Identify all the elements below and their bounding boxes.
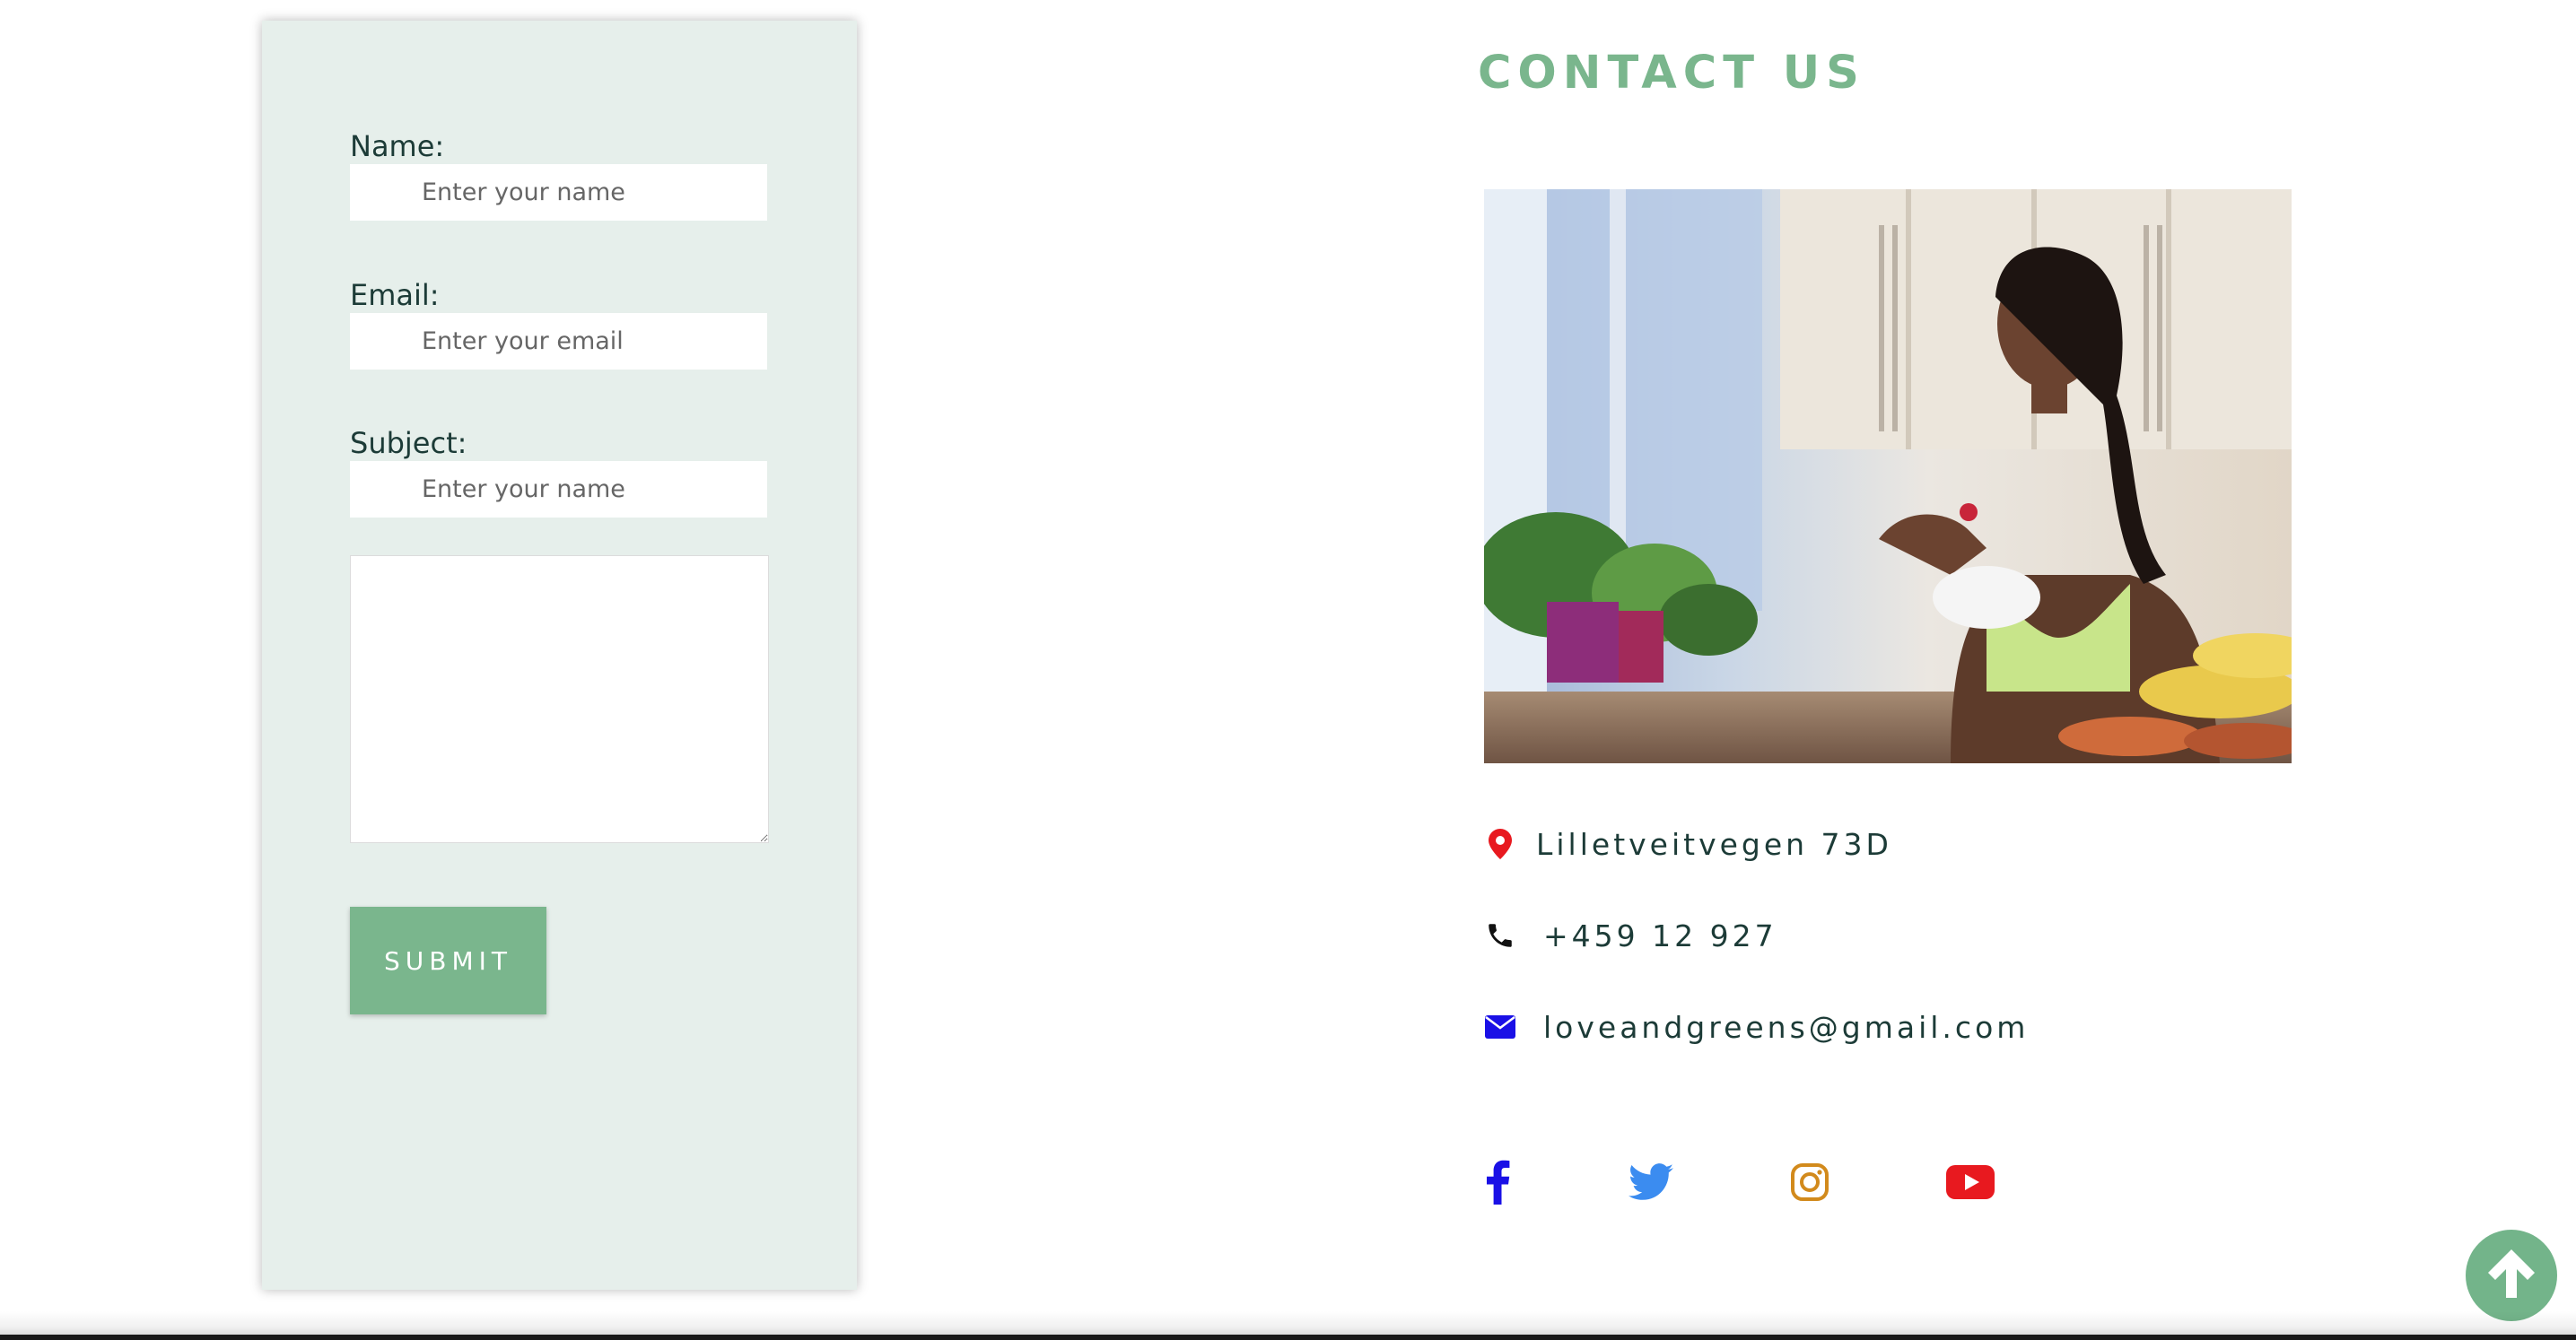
twitter-icon[interactable] xyxy=(1626,1157,1676,1207)
page: Name: Email: Subject: SUBMIT CONTACT US xyxy=(0,0,2576,1340)
email-row: loveandgreens@gmail.com xyxy=(1482,1005,2029,1049)
contact-form: Name: Email: Subject: SUBMIT xyxy=(262,21,857,1290)
subject-input[interactable] xyxy=(350,461,767,518)
email-input[interactable] xyxy=(350,313,767,370)
arrow-up-icon xyxy=(2484,1246,2538,1305)
map-pin-icon xyxy=(1482,826,1518,862)
message-textarea[interactable] xyxy=(350,555,769,843)
woman-eating-salad-photo xyxy=(1484,189,2292,763)
address-text: Lilletveitvegen 73D xyxy=(1536,826,1892,862)
phone-text: +459 12 927 xyxy=(1543,918,1777,953)
back-to-top-button[interactable] xyxy=(2466,1230,2557,1321)
submit-button[interactable]: SUBMIT xyxy=(350,907,546,1014)
envelope-icon xyxy=(1482,1009,1518,1045)
contact-title: CONTACT US xyxy=(1478,47,1865,100)
phone-icon xyxy=(1482,918,1518,953)
youtube-icon[interactable] xyxy=(1945,1157,1995,1207)
subject-label: Subject: xyxy=(350,426,467,460)
email-text: loveandgreens@gmail.com xyxy=(1543,1009,2030,1045)
name-label: Name: xyxy=(350,129,445,163)
phone-row: +459 12 927 xyxy=(1482,913,1777,958)
footer-strip xyxy=(0,1335,2576,1340)
instagram-icon[interactable] xyxy=(1785,1157,1835,1207)
name-input[interactable] xyxy=(350,164,767,221)
address-row: Lilletveitvegen 73D xyxy=(1482,822,1892,866)
facebook-icon[interactable] xyxy=(1472,1157,1523,1207)
email-label: Email: xyxy=(350,278,440,312)
